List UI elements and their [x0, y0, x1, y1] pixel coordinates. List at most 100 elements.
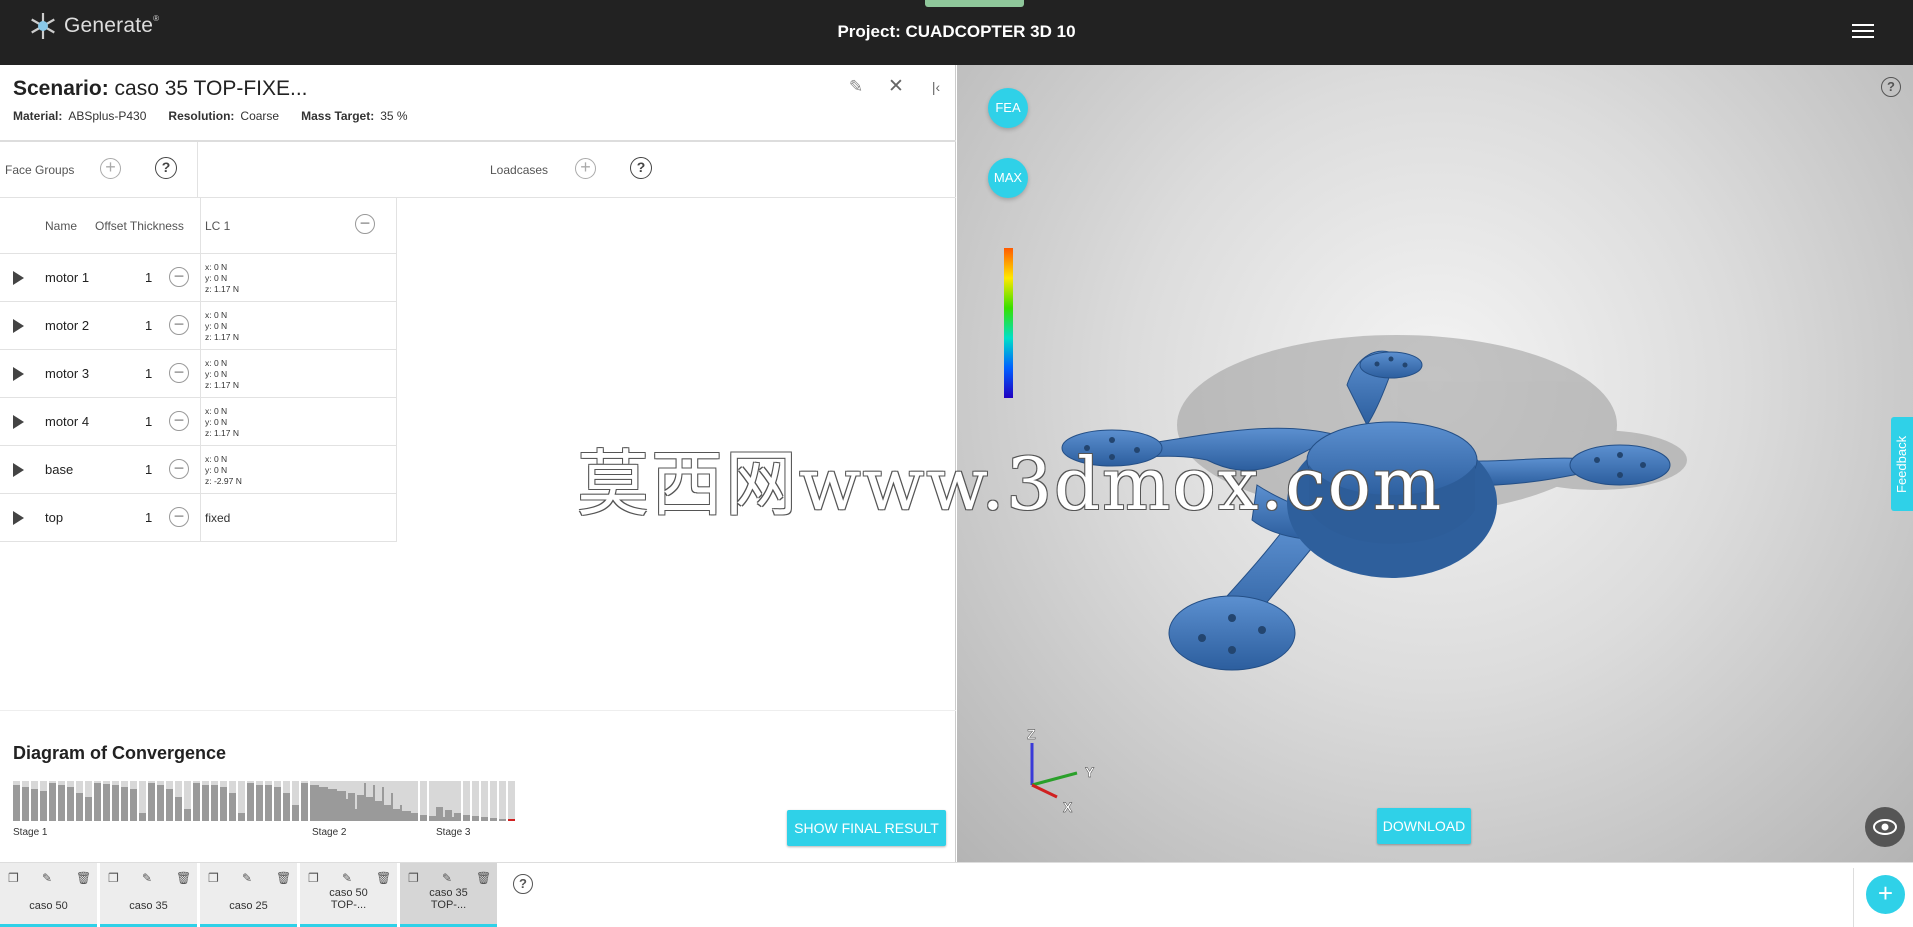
convergence-bar [454, 781, 461, 821]
remove-group-button[interactable]: − [169, 363, 189, 383]
edit-pencil-icon[interactable]: ✎ [242, 871, 252, 885]
convergence-bar [411, 781, 418, 821]
copy-icon[interactable]: ❐ [8, 871, 19, 885]
face-groups-help-icon[interactable]: ? [155, 157, 177, 179]
convergence-bar [490, 781, 497, 821]
scenario-tab[interactable]: ❐ ✎ 🗑 caso 50 [0, 863, 97, 927]
copy-icon[interactable]: ❐ [108, 871, 119, 885]
remove-group-button[interactable]: − [169, 459, 189, 479]
convergence-bar [274, 781, 281, 821]
hamburger-menu-icon[interactable] [1852, 24, 1874, 40]
convergence-bar [22, 781, 29, 821]
convergence-bar [384, 781, 391, 821]
remove-loadcase-button[interactable]: − [355, 214, 375, 234]
convergence-bar [265, 781, 272, 821]
add-face-group-button[interactable]: + [100, 158, 121, 179]
convergence-stage-2 [312, 781, 454, 821]
convergence-bar [13, 781, 20, 821]
groups-bar: Face Groups + ? Loadcases + ? [0, 142, 956, 198]
convergence-bar [499, 781, 506, 821]
edit-pencil-icon[interactable]: ✎ [42, 871, 52, 885]
scenario-header: Scenario: caso 35 TOP-FIXE... Material: A… [0, 65, 956, 142]
convergence-bar [312, 781, 319, 821]
edit-pencil-icon[interactable]: ✎ [844, 75, 868, 99]
col-offset-header: Offset Thickness [95, 219, 184, 233]
scenario-tab[interactable]: ❐ ✎ 🗑 caso 50 TOP-... [300, 863, 397, 927]
face-groups-label: Face Groups [5, 163, 75, 177]
expand-row-icon[interactable] [13, 367, 24, 381]
convergence-bar [445, 781, 452, 821]
scenario-tab[interactable]: ❐ ✎ 🗑 caso 25 [200, 863, 297, 927]
download-button[interactable]: DOWNLOAD [1377, 808, 1471, 844]
expand-row-icon[interactable] [13, 463, 24, 477]
scenario-tab[interactable]: ❐ ✎ 🗑 caso 35 [100, 863, 197, 927]
visibility-eye-icon[interactable] [1865, 807, 1905, 847]
edit-pencil-icon[interactable]: ✎ [142, 871, 152, 885]
convergence-bar [472, 781, 479, 821]
remove-group-button[interactable]: − [169, 507, 189, 527]
collapse-panel-icon[interactable]: |‹ [924, 75, 948, 99]
convergence-bar [85, 781, 92, 821]
convergence-bar [148, 781, 155, 821]
expand-row-icon[interactable] [13, 511, 24, 525]
copy-icon[interactable]: ❐ [208, 871, 219, 885]
copy-icon[interactable]: ❐ [308, 871, 319, 885]
remove-group-button[interactable]: − [169, 315, 189, 335]
show-final-result-button[interactable]: SHOW FINAL RESULT [787, 810, 946, 846]
col-name-header: Name [45, 219, 78, 233]
tabs-help-icon[interactable]: ? [513, 874, 533, 894]
scenario-tab-active[interactable]: ❐ ✎ 🗑 caso 35 TOP-... [400, 863, 497, 927]
convergence-bar [429, 781, 436, 821]
convergence-bar [202, 781, 209, 821]
project-title: Project: CUADCOPTER 3D 10 [837, 22, 1076, 41]
convergence-bar [238, 781, 245, 821]
convergence-bar [58, 781, 65, 821]
close-icon[interactable]: ✕ [884, 75, 908, 99]
expand-row-icon[interactable] [13, 271, 24, 285]
expand-row-icon[interactable] [13, 415, 24, 429]
convergence-bar [393, 781, 400, 821]
convergence-bar [292, 781, 299, 821]
convergence-bar [283, 781, 290, 821]
loadcases-help-icon[interactable]: ? [630, 157, 652, 179]
convergence-bar [103, 781, 110, 821]
stage-label: Stage 3 [436, 827, 471, 838]
trash-icon[interactable]: 🗑 [376, 871, 391, 885]
convergence-bar [139, 781, 146, 821]
trash-icon[interactable]: 🗑 [276, 871, 291, 885]
remove-group-button[interactable]: − [169, 411, 189, 431]
load-values: x: 0 Ny: 0 Nz: 1.17 N [205, 406, 240, 438]
table-header-row: Name Offset Thickness LC 1 − [0, 198, 397, 254]
expand-row-icon[interactable] [13, 319, 24, 333]
load-values: x: 0 Ny: 0 Nz: -2.97 N [205, 454, 242, 486]
table-row: motor 1 1 − x: 0 Ny: 0 Nz: 1.17 N [0, 254, 397, 302]
table-row: base 1 − x: 0 Ny: 0 Nz: -2.97 N [0, 446, 397, 494]
convergence-bar [402, 781, 409, 821]
copy-icon[interactable]: ❐ [408, 871, 419, 885]
convergence-bar [330, 781, 337, 821]
add-scenario-button[interactable]: + [1866, 875, 1905, 914]
edit-pencil-icon[interactable]: ✎ [342, 871, 352, 885]
axis-x-label: X [1063, 799, 1073, 815]
stage-label: Stage 2 [312, 827, 347, 838]
trash-icon[interactable]: 🗑 [76, 871, 91, 885]
convergence-bar [175, 781, 182, 821]
convergence-bar [49, 781, 56, 821]
fixed-label: fixed [205, 511, 231, 525]
add-loadcase-button[interactable]: + [575, 158, 596, 179]
convergence-bar [348, 781, 355, 821]
remove-group-button[interactable]: − [169, 267, 189, 287]
convergence-bar [130, 781, 137, 821]
load-values: x: 0 Ny: 0 Nz: 1.17 N [205, 310, 240, 342]
convergence-bar [121, 781, 128, 821]
col-lc1-header: LC 1 [205, 219, 231, 233]
watermark: 莫西网www.3dmox.com [577, 442, 1444, 526]
trash-icon[interactable]: 🗑 [176, 871, 191, 885]
feedback-tab[interactable]: Feedback [1891, 417, 1913, 511]
trash-icon[interactable]: 🗑 [476, 871, 491, 885]
convergence-bar [256, 781, 263, 821]
convergence-title: Diagram of Convergence [13, 743, 227, 763]
convergence-bar [366, 781, 373, 821]
edit-pencil-icon[interactable]: ✎ [442, 871, 452, 885]
load-values: x: 0 Ny: 0 Nz: 1.17 N [205, 262, 240, 294]
